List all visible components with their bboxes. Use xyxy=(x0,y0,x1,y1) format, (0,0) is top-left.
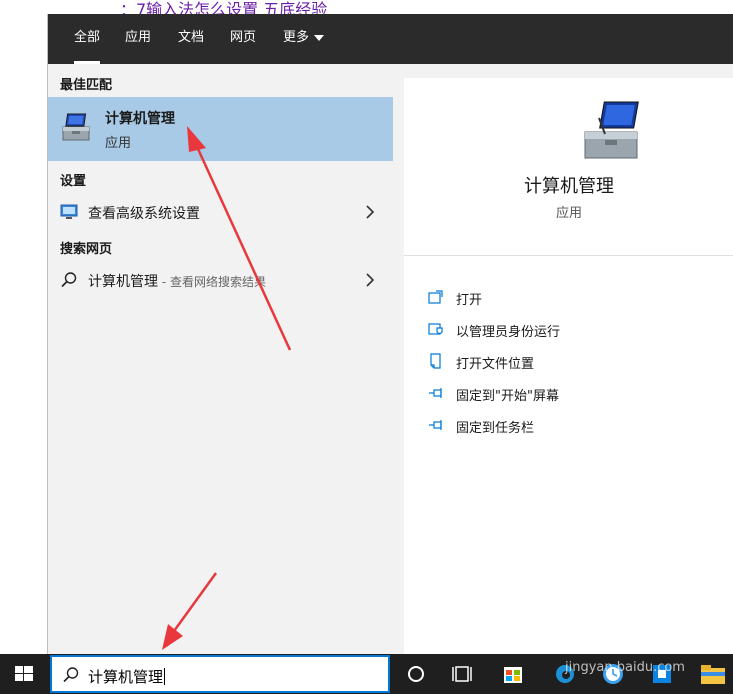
monitor-settings-icon xyxy=(60,204,78,219)
tab-more[interactable]: 更多 xyxy=(283,14,325,64)
action-pin-to-start[interactable]: 固定到"开始"屏幕 xyxy=(424,382,714,406)
preview-divider xyxy=(404,255,733,256)
search-icon xyxy=(63,667,79,683)
file-location-icon xyxy=(430,353,441,369)
best-match-result[interactable]: 计算机管理 应用 xyxy=(48,97,393,161)
best-match-title: 计算机管理 xyxy=(105,111,175,127)
action-open[interactable]: 打开 xyxy=(424,286,714,310)
watermark-url: jingyan.baidu.com xyxy=(565,660,685,675)
task-view-icon[interactable] xyxy=(442,654,482,694)
web-search-label: 计算机管理 - 查看网络搜索结果 xyxy=(88,274,266,290)
pin-icon xyxy=(429,420,442,430)
search-icon xyxy=(61,272,77,288)
preview-subtitle: 应用 xyxy=(555,206,582,221)
text-cursor xyxy=(164,668,166,685)
computer-management-icon xyxy=(62,113,90,141)
settings-result-label: 查看高级系统设置 xyxy=(88,206,200,222)
search-tabs-bar: 全部 应用 文档 网页 更多 xyxy=(48,14,733,64)
chevron-right-icon[interactable] xyxy=(363,203,377,221)
store-icon[interactable] xyxy=(493,654,533,694)
action-open-file-location[interactable]: 打开文件位置 xyxy=(424,350,714,374)
best-match-heading: 最佳匹配 xyxy=(60,78,113,93)
chevron-right-icon[interactable] xyxy=(363,271,377,289)
preview-pane: 计算机管理 应用 打开 以管理员身份运行 打开文件位置 固定到"开始"屏幕 固定… xyxy=(404,78,733,654)
results-list: 最佳匹配 计算机管理 应用 设置 查看高级系统设置 搜索网页 计算机管理 - 查… xyxy=(48,64,393,654)
tab-documents[interactable]: 文档 xyxy=(178,14,204,64)
shield-run-icon xyxy=(428,323,443,335)
tab-web[interactable]: 网页 xyxy=(230,14,256,64)
cortana-icon[interactable] xyxy=(396,654,436,694)
windows-start-icon[interactable] xyxy=(0,654,48,694)
preview-title: 计算机管理 xyxy=(524,176,614,197)
settings-heading: 设置 xyxy=(60,174,87,189)
file-explorer-icon[interactable] xyxy=(693,654,733,694)
tab-apps[interactable]: 应用 xyxy=(125,14,151,64)
settings-result-advanced-system[interactable]: 查看高级系统设置 xyxy=(48,195,393,229)
web-search-heading: 搜索网页 xyxy=(60,242,113,257)
web-search-hint: - 查看网络搜索结果 xyxy=(158,275,266,289)
best-match-subtitle: 应用 xyxy=(105,136,132,151)
action-pin-to-taskbar[interactable]: 固定到任务栏 xyxy=(424,414,714,438)
search-flyout: 全部 应用 文档 网页 更多 最佳匹配 计算机管理 应用 设置 查看高级系统设置… xyxy=(47,14,733,654)
action-run-as-admin[interactable]: 以管理员身份运行 xyxy=(424,318,714,342)
search-input-value: 计算机管理 xyxy=(88,668,166,686)
chevron-down-icon xyxy=(314,34,325,41)
computer-management-icon xyxy=(584,101,639,159)
watermark-logo: Baidu经验 xyxy=(560,630,675,655)
taskbar-search-input[interactable]: 计算机管理 xyxy=(50,655,390,693)
web-search-result[interactable]: 计算机管理 - 查看网络搜索结果 xyxy=(48,263,393,297)
pin-icon xyxy=(429,388,442,398)
tab-all[interactable]: 全部 xyxy=(74,14,101,64)
open-icon xyxy=(428,290,443,304)
